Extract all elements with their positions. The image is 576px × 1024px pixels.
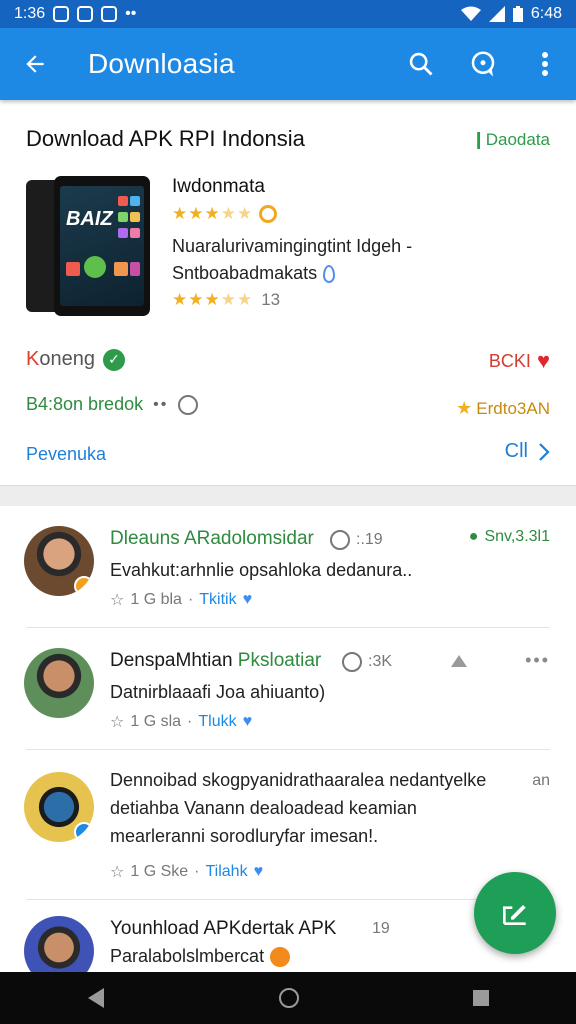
star-outline-icon[interactable]: ☆: [110, 862, 124, 882]
more-vert-icon: [542, 52, 548, 76]
comment-author[interactable]: Dleauns ARadolomsidar: [110, 528, 314, 550]
drop-icon: [323, 264, 336, 283]
star-rating-icon: ★★★★★: [172, 204, 254, 223]
app-logo: BAIZ: [66, 208, 113, 230]
notification-icon: [53, 6, 70, 22]
comment-meta: 19: [372, 920, 390, 937]
more-horiz-icon[interactable]: •••: [525, 650, 550, 671]
emoji-icon[interactable]: [178, 394, 199, 415]
comment-author[interactable]: Younhload APKdertak APK: [110, 918, 336, 940]
phone-front-image: BAIZ: [54, 176, 150, 316]
app-details-card: Download APK RPI Indonsia ❙Daodata BAIZ …: [0, 100, 576, 486]
nav-home-icon[interactable]: [278, 987, 300, 1009]
comment-text: Dennoibad skogpyanidrathaaralea nedantye…: [110, 770, 487, 790]
comment-actions: ☆ 1 G Ske · Tilahk ♥: [110, 862, 264, 882]
comment-author[interactable]: DenspaMhtian Pksloatiar: [110, 650, 321, 672]
avatar[interactable]: [24, 916, 94, 976]
search-icon: [409, 52, 433, 76]
verified-check-icon: ✓: [102, 348, 125, 371]
app-name: Iwdonmata: [172, 176, 265, 197]
arrow-back-icon: [26, 55, 44, 73]
status-bar: 1:36 •• 6:48: [0, 0, 576, 28]
comment-actions: ☆ 1 G bla · Tkitik ♥: [110, 590, 253, 610]
comment-text: detiahba Vanann dealoadead keamian: [110, 798, 417, 818]
loading-ring-icon: [259, 205, 278, 223]
compose-fab[interactable]: [474, 872, 556, 954]
comment-text: mearleranni sorodluryfar imesan!.: [110, 826, 379, 846]
overflow-menu-button[interactable]: [514, 28, 576, 100]
heart-icon[interactable]: ♥: [254, 863, 264, 881]
status-time: 1:36: [14, 5, 46, 22]
heart-icon[interactable]: ♥: [243, 713, 253, 731]
emoji-icon: [342, 652, 362, 672]
nav-back-icon[interactable]: [86, 987, 106, 1009]
verified-status: Koneng ✓: [26, 348, 125, 371]
comment-meta: :3K: [342, 652, 392, 672]
edit-icon: [503, 905, 526, 925]
badge-icon: [74, 576, 94, 596]
nav-recents-icon[interactable]: [472, 989, 490, 1007]
like-button[interactable]: Tlukk: [198, 713, 236, 731]
comment-menu[interactable]: •••: [451, 650, 550, 671]
comment-item[interactable]: DenspaMhtian Pksloatiar :3K ••• Datnirbl…: [0, 628, 576, 750]
review-rating: ★★★★★ 13: [172, 290, 280, 310]
status-clock: 6:48: [530, 5, 562, 22]
favorite-button[interactable]: BCKI ♥: [489, 350, 550, 372]
battery-icon: [512, 6, 523, 22]
comment-actions: ☆ 1 G sla · Tlukk ♥: [110, 712, 253, 732]
download-icon: ❙: [471, 130, 486, 149]
heart-icon[interactable]: ♥: [243, 591, 253, 609]
avatar[interactable]: [24, 648, 94, 718]
chevron-right-icon: [539, 442, 550, 461]
star-outline-icon[interactable]: ☆: [110, 590, 124, 610]
dots-icon: ••: [153, 395, 169, 413]
signal-icon: [488, 6, 505, 22]
app-bar: Downloasia: [0, 28, 576, 100]
app-bar-title: Downloasia: [88, 48, 235, 79]
comment-item[interactable]: Dennoibad skogpyanidrathaaralea nedantye…: [0, 750, 576, 900]
like-button[interactable]: Tilahk: [205, 863, 247, 881]
comment-item[interactable]: Dleauns ARadolomsidar :.19 ● Snv,3.3l1 Ev…: [0, 506, 576, 628]
comment-meta: :.19: [330, 530, 383, 550]
page-heading: Download APK RPI Indonsia: [26, 126, 305, 151]
emoji-icon: [330, 530, 350, 550]
back-button[interactable]: [0, 28, 70, 100]
download-data-link[interactable]: ❙Daodata: [471, 130, 550, 150]
comment-text: Datnirblaaafi Joa ahiuanto): [110, 682, 326, 702]
heart-icon: ♥: [536, 348, 550, 373]
badge-icon: [74, 822, 94, 842]
see-all-link[interactable]: Cll: [505, 440, 550, 463]
comment-meta: an: [532, 772, 550, 789]
download-count: B4:8on bredok ••: [26, 394, 199, 415]
chat-button[interactable]: [452, 28, 514, 100]
wifi-icon: [460, 6, 481, 21]
star-rating-icon: ★★★★★: [172, 290, 254, 309]
app-description-line: Nuaralurivamingingtint Idgeh -: [172, 236, 413, 256]
comment-text: Paralabolslmbercat: [110, 946, 291, 967]
comment-reaction-count: ● Snv,3.3l1: [468, 528, 550, 545]
search-button[interactable]: [390, 28, 452, 100]
comment-text: Evahkut:arhnlie opsahloka dedanura..: [110, 560, 413, 580]
chat-bubble-icon: [471, 51, 495, 77]
notification-icon: [77, 6, 94, 22]
app-rating: ★★★★★: [172, 204, 278, 224]
rating-count: 13: [261, 290, 281, 309]
triangle-icon: [451, 654, 468, 667]
app-screenshot[interactable]: BAIZ: [26, 176, 150, 316]
star-icon: ★: [456, 398, 473, 418]
emoji-icon: [270, 946, 291, 967]
app-description-line: Sntboabadmakats: [172, 263, 336, 284]
system-nav-bar: [0, 972, 576, 1024]
more-notifications-icon: ••: [125, 5, 137, 22]
preview-link[interactable]: Pevenuka: [26, 444, 106, 465]
notification-icon: [101, 6, 118, 22]
chat-bubble-icon: ●: [468, 528, 479, 545]
editor-choice-badge: ★ Erdto3AN: [456, 398, 550, 418]
avatar[interactable]: [24, 526, 94, 596]
star-outline-icon[interactable]: ☆: [110, 712, 124, 732]
avatar[interactable]: [24, 772, 94, 842]
like-button[interactable]: Tkitik: [199, 591, 236, 609]
